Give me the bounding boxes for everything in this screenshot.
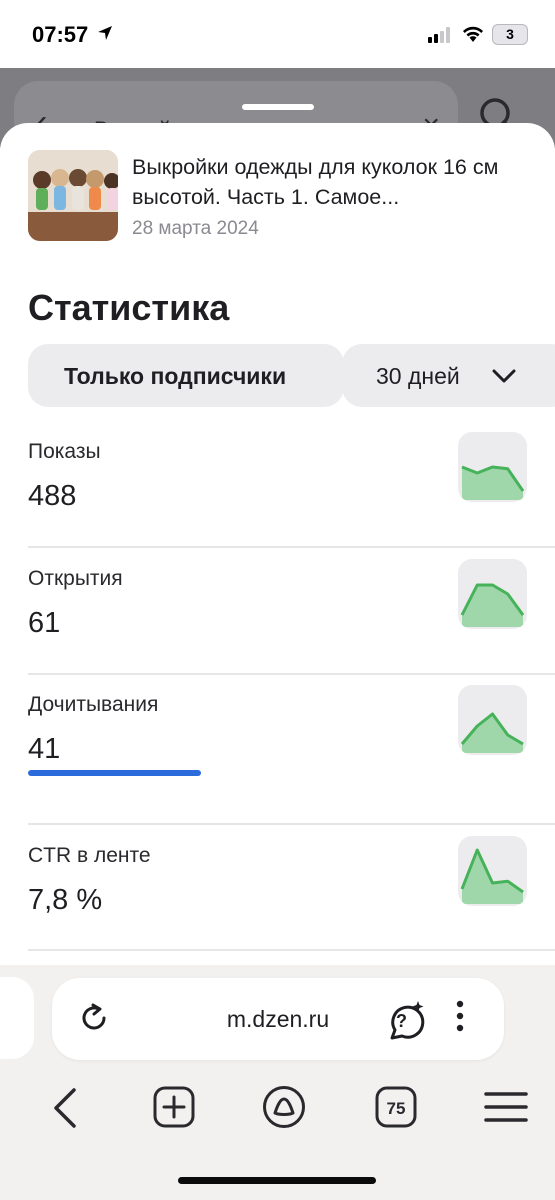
- metric-value: 488: [28, 480, 77, 512]
- period-filter-dropdown[interactable]: 30 дней: [342, 344, 555, 407]
- metric-value: 61: [28, 607, 61, 639]
- metric-label: Дочитывания: [28, 693, 159, 716]
- metric-label: CTR в ленте: [28, 844, 151, 867]
- divider: [28, 546, 555, 548]
- audience-filter-label: Только подписчики: [64, 363, 287, 389]
- sparkline-chart: [458, 685, 527, 755]
- alice-assistant-icon[interactable]: [262, 1085, 308, 1131]
- svg-text:75: 75: [387, 1099, 406, 1118]
- tabs-counter-icon[interactable]: 75: [374, 1085, 420, 1131]
- previous-tab-card[interactable]: [0, 977, 34, 1059]
- divider: [28, 673, 555, 675]
- divider: [28, 949, 555, 951]
- status-bar: 07:57 3: [0, 0, 555, 68]
- statistics-sheet: Выкройки одежды для куколок 16 см высото…: [0, 123, 555, 965]
- sparkline-chart: [458, 559, 527, 629]
- browser-toolbar: m.dzen.ru ? 75: [0, 965, 555, 1200]
- wifi-icon: [462, 25, 484, 48]
- period-filter-label: 30 дней: [376, 363, 460, 389]
- svg-text:?: ?: [396, 1011, 407, 1031]
- sparkline-chart: [458, 836, 527, 906]
- battery-indicator: 3: [492, 24, 528, 45]
- browser-nav-bar: 75: [0, 1085, 555, 1135]
- metric-value: 7,8 %: [28, 884, 103, 916]
- cellular-signal-icon: [428, 27, 452, 48]
- address-bar[interactable]: m.dzen.ru ?: [52, 978, 504, 1060]
- more-options-icon[interactable]: [452, 998, 468, 1043]
- location-arrow-icon: [96, 24, 114, 47]
- back-icon[interactable]: [46, 1085, 92, 1131]
- menu-icon[interactable]: [484, 1085, 530, 1131]
- metric-label: Открытия: [28, 567, 123, 590]
- article-card[interactable]: Выкройки одежды для куколок 16 см высото…: [28, 150, 528, 242]
- status-time: 07:57: [32, 22, 89, 47]
- chevron-down-icon: [492, 369, 516, 383]
- divider: [28, 823, 555, 825]
- sheet-grabber[interactable]: [242, 104, 314, 110]
- audience-filter-button[interactable]: Только подписчики: [28, 344, 344, 407]
- new-tab-icon[interactable]: [152, 1085, 198, 1131]
- article-thumbnail: [28, 150, 118, 241]
- assistant-help-icon[interactable]: ?: [382, 998, 426, 1047]
- sparkline-area: [462, 585, 523, 627]
- sparkline-chart: [458, 432, 527, 502]
- page-title: Статистика: [28, 287, 230, 328]
- metric-value: 41: [28, 733, 61, 765]
- metric-label: Показы: [28, 440, 101, 463]
- home-indicator[interactable]: [178, 1177, 376, 1184]
- article-date: 28 марта 2024: [132, 218, 259, 239]
- sparkline-area: [462, 850, 523, 904]
- article-title: Выкройки одежды для куколок 16 см высото…: [132, 155, 499, 209]
- selected-indicator: [28, 770, 201, 776]
